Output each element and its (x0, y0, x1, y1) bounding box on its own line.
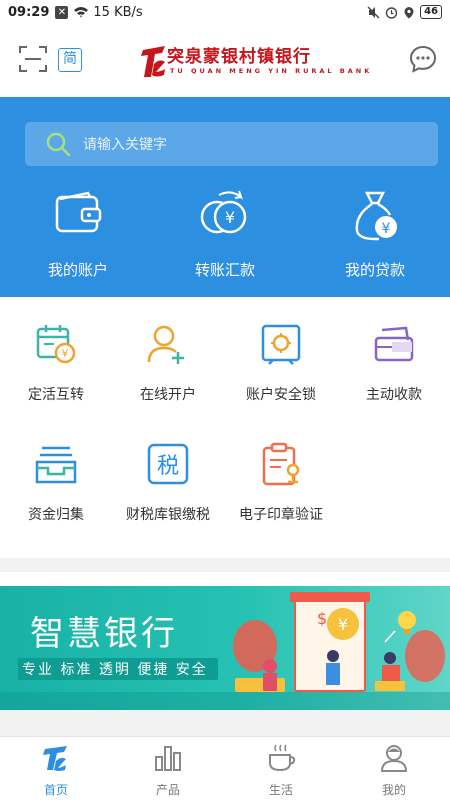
add-user-icon (147, 325, 184, 364)
tab-mine[interactable]: 我的 (338, 743, 450, 798)
money-bag-icon: ¥ (355, 191, 397, 241)
grid-item-label: 财税库银缴税 (126, 507, 210, 523)
hero-item-label: 我的贷款 (344, 261, 405, 279)
transfer-coins-icon: ¥ (200, 190, 247, 234)
bottom-tab-bar: 首页 产品 生活 我的 (0, 736, 450, 800)
bottom-gap (0, 710, 450, 736)
svg-text:¥: ¥ (225, 208, 235, 227)
bank-logo-mark-icon (141, 46, 165, 77)
bank-logo: 突泉蒙银村镇银行 TU QUAN MENG YIN RURAL BANK (140, 42, 369, 82)
tab-life[interactable]: 生活 (225, 743, 337, 798)
app-header: 简 突泉蒙银村镇银行 TU QUAN MENG YIN RURAL BANK (0, 24, 450, 97)
battery-icon: 46 (420, 5, 442, 19)
hero-item-label: 转账汇款 (194, 261, 255, 279)
home-logo-icon (43, 746, 67, 771)
svg-text:¥: ¥ (338, 615, 348, 634)
alarm-icon (385, 6, 398, 19)
tab-home[interactable]: 首页 (0, 743, 112, 798)
message-icon[interactable] (408, 44, 438, 74)
logo-subtitle: TU QUAN MENG YIN RURAL BANK (170, 67, 373, 75)
calendar-yuan-icon: ¥ (36, 325, 76, 364)
promo-title: 智慧银行 (30, 614, 178, 654)
search-icon (46, 132, 71, 157)
grid-item-label: 电子印章验证 (239, 507, 323, 523)
products-chart-icon (155, 746, 181, 771)
notification-icon: ✕ (55, 5, 69, 19)
status-time: 09:29 (8, 4, 50, 20)
language-toggle-button[interactable]: 简 (58, 48, 82, 72)
tax-icon: 税 (147, 443, 189, 485)
search-placeholder: 请输入关键字 (83, 137, 167, 153)
coffee-cup-icon (269, 744, 296, 772)
grid-item-tax-payment[interactable]: 税 财税库银缴税 (112, 442, 224, 524)
hero-item-label: 我的账户 (47, 261, 108, 279)
tray-collect-icon (35, 446, 77, 484)
wifi-icon (74, 7, 89, 18)
scan-icon[interactable] (18, 44, 48, 74)
hero-item-transfer[interactable]: ¥ 转账汇款 (160, 187, 290, 280)
tab-products[interactable]: 产品 (112, 743, 224, 798)
grid-item-label: 账户安全锁 (246, 387, 316, 403)
promo-illustration: $ ¥ (233, 592, 445, 692)
section-divider (0, 558, 450, 572)
tab-label: 我的 (381, 783, 406, 797)
wallet-icon (55, 191, 102, 233)
promo-banner[interactable]: 智慧银行 专业 标准 透明 便捷 安全 $ ¥ (0, 586, 450, 710)
status-bar: 09:29 ✕ 15 KB/s 46 (0, 0, 450, 24)
hero-item-my-account[interactable]: 我的账户 (13, 187, 143, 280)
grid-item-label: 定活互转 (28, 387, 84, 403)
profile-icon (380, 745, 408, 772)
grid-item-online-account-opening[interactable]: 在线开户 (112, 322, 224, 404)
grid-item-fixed-demand-transfer[interactable]: ¥ 定活互转 (0, 322, 112, 404)
tab-label: 生活 (268, 783, 293, 797)
safe-icon (261, 324, 301, 365)
svg-text:税: 税 (157, 454, 179, 479)
search-bar[interactable]: 请输入关键字 (25, 122, 438, 166)
svg-text:¥: ¥ (62, 347, 69, 360)
grid-item-active-collection[interactable]: 主动收款 (338, 322, 450, 404)
svg-text:¥: ¥ (382, 221, 391, 237)
tab-label: 产品 (155, 783, 180, 797)
svg-text:$: $ (317, 609, 327, 628)
location-icon (404, 6, 414, 18)
grid-item-label: 在线开户 (140, 387, 196, 403)
network-speed: 15 KB/s (93, 4, 143, 20)
mute-icon (367, 6, 380, 18)
grid-item-account-security-lock[interactable]: 账户安全锁 (225, 322, 337, 404)
promo-subtitle: 专业 标准 透明 便捷 安全 (22, 662, 208, 678)
hero-item-my-loans[interactable]: ¥ 我的贷款 (310, 187, 440, 280)
tab-label: 首页 (43, 783, 68, 797)
grid-item-label: 主动收款 (366, 387, 422, 403)
seal-verify-icon (262, 442, 300, 486)
grid-item-fund-collection[interactable]: 资金归集 (0, 442, 112, 524)
card-receive-icon (374, 326, 414, 362)
hero-section: 请输入关键字 我的账户 ¥ 转账汇款 ¥ 我的贷款 (0, 97, 450, 297)
grid-item-e-seal-verification[interactable]: 电子印章验证 (225, 442, 337, 524)
grid-item-label: 资金归集 (28, 507, 84, 523)
logo-title: 突泉蒙银村镇银行 (167, 47, 311, 67)
